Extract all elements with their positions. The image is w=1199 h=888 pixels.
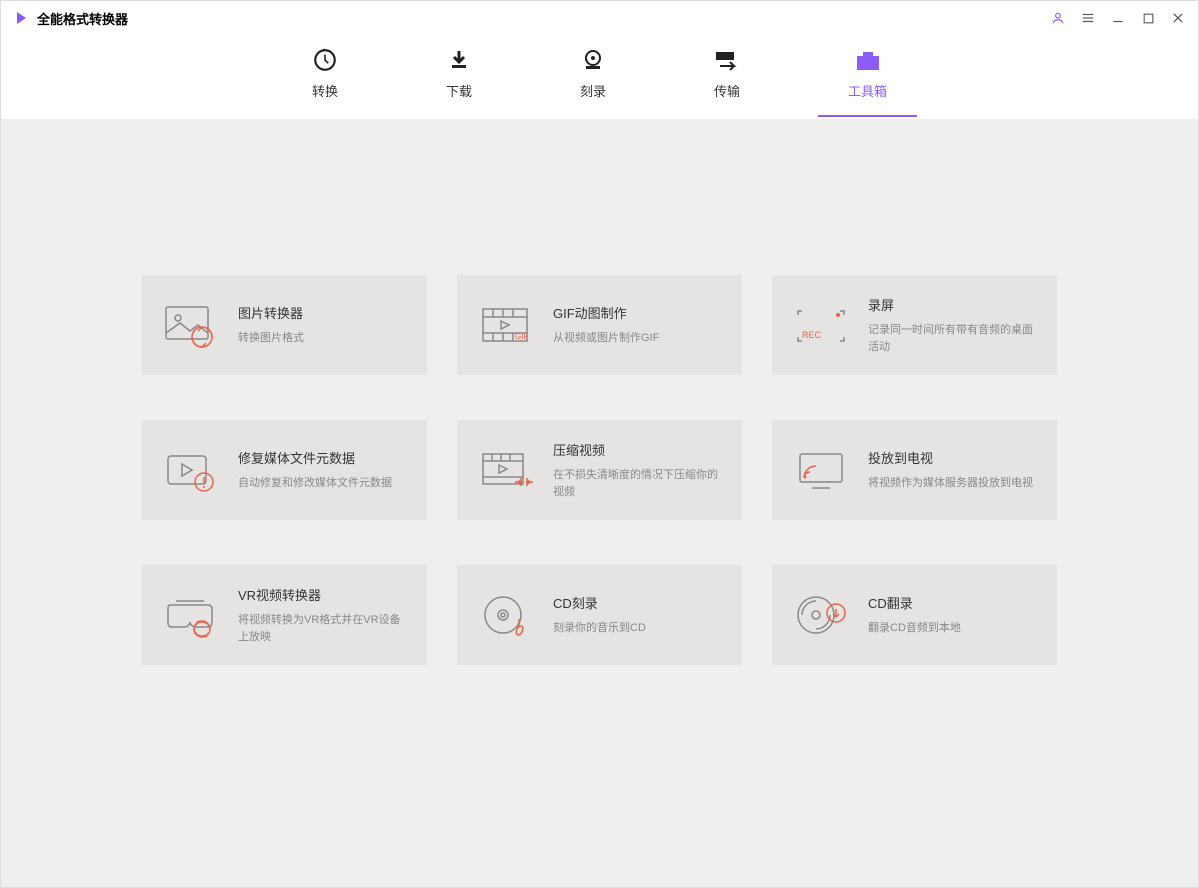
card-desc: 转换图片格式 xyxy=(238,330,407,347)
app-title: 全能格式转换器 xyxy=(37,9,128,28)
card-title: 投放到电视 xyxy=(868,448,1037,467)
user-icon[interactable] xyxy=(1050,10,1066,26)
titlebar: 全能格式转换器 xyxy=(1,1,1198,35)
tool-screen-recorder[interactable]: REC 录屏 记录同一时间所有带有音频的桌面活动 xyxy=(772,275,1057,375)
gif-maker-icon: GIF xyxy=(477,301,535,349)
fix-metadata-icon xyxy=(162,446,220,494)
transfer-icon xyxy=(714,47,740,73)
tabbar: 转换 下载 刻录 传输 工具箱 xyxy=(1,35,1198,120)
tool-fix-metadata[interactable]: 修复媒体文件元数据 自动修复和修改媒体文件元数据 xyxy=(142,420,427,520)
card-desc: 将视频转换为VR格式并在VR设备上放映 xyxy=(238,612,407,645)
cd-burn-icon xyxy=(477,591,535,639)
maximize-icon[interactable] xyxy=(1140,10,1156,26)
card-desc: 刻录你的音乐到CD xyxy=(553,620,722,637)
content-area: 图片转换器 转换图片格式 GIF GIF动图制作 xyxy=(1,120,1198,887)
card-desc: 自动修复和修改媒体文件元数据 xyxy=(238,475,407,492)
tab-label: 转换 xyxy=(312,81,338,100)
convert-icon xyxy=(312,47,338,73)
minimize-icon[interactable] xyxy=(1110,10,1126,26)
close-icon[interactable] xyxy=(1170,10,1186,26)
tab-label: 刻录 xyxy=(580,81,606,100)
image-converter-icon xyxy=(162,301,220,349)
tab-toolbox[interactable]: 工具箱 xyxy=(828,39,907,116)
tool-cast-tv[interactable]: 投放到电视 将视频作为媒体服务器投放到电视 xyxy=(772,420,1057,520)
download-icon xyxy=(446,47,472,73)
svg-text:REC: REC xyxy=(802,330,822,340)
tool-compress-video[interactable]: 压缩视频 在不损失清晰度的情况下压缩你的视频 xyxy=(457,420,742,520)
app-logo-icon xyxy=(13,10,29,26)
cd-rip-icon xyxy=(792,591,850,639)
card-desc: 在不损失清晰度的情况下压缩你的视频 xyxy=(553,467,722,500)
tab-label: 下载 xyxy=(446,81,472,100)
tool-cd-burn[interactable]: CD刻录 刻录你的音乐到CD xyxy=(457,565,742,665)
screen-recorder-icon: REC xyxy=(792,301,850,349)
svg-text:GIF: GIF xyxy=(515,332,528,341)
card-title: CD翻录 xyxy=(868,593,1037,612)
compress-video-icon xyxy=(477,446,535,494)
titlebar-controls xyxy=(1050,10,1186,26)
tool-vr-converter[interactable]: VR视频转换器 将视频转换为VR格式并在VR设备上放映 xyxy=(142,565,427,665)
tool-image-converter[interactable]: 图片转换器 转换图片格式 xyxy=(142,275,427,375)
card-desc: 记录同一时间所有带有音频的桌面活动 xyxy=(868,322,1037,355)
tab-label: 传输 xyxy=(714,81,740,100)
toolbox-icon xyxy=(855,47,881,73)
cast-tv-icon xyxy=(792,446,850,494)
tab-label: 工具箱 xyxy=(848,81,887,100)
tab-burn[interactable]: 刻录 xyxy=(560,39,626,116)
card-title: 修复媒体文件元数据 xyxy=(238,448,407,467)
tab-convert[interactable]: 转换 xyxy=(292,39,358,116)
card-title: 图片转换器 xyxy=(238,303,407,322)
card-title: 压缩视频 xyxy=(553,440,722,459)
card-title: VR视频转换器 xyxy=(238,585,407,604)
tool-cd-rip[interactable]: CD翻录 翻录CD音频到本地 xyxy=(772,565,1057,665)
tool-grid: 图片转换器 转换图片格式 GIF GIF动图制作 xyxy=(142,275,1057,887)
card-desc: 从视频或图片制作GIF xyxy=(553,330,722,347)
tool-gif-maker[interactable]: GIF GIF动图制作 从视频或图片制作GIF xyxy=(457,275,742,375)
card-title: GIF动图制作 xyxy=(553,303,722,322)
tab-download[interactable]: 下载 xyxy=(426,39,492,116)
vr-converter-icon xyxy=(162,591,220,639)
burn-icon xyxy=(580,47,606,73)
card-desc: 将视频作为媒体服务器投放到电视 xyxy=(868,475,1037,492)
menu-icon[interactable] xyxy=(1080,10,1096,26)
window: 全能格式转换器 转换 xyxy=(0,0,1199,888)
card-desc: 翻录CD音频到本地 xyxy=(868,620,1037,637)
tab-transfer[interactable]: 传输 xyxy=(694,39,760,116)
card-title: 录屏 xyxy=(868,295,1037,314)
card-title: CD刻录 xyxy=(553,593,722,612)
